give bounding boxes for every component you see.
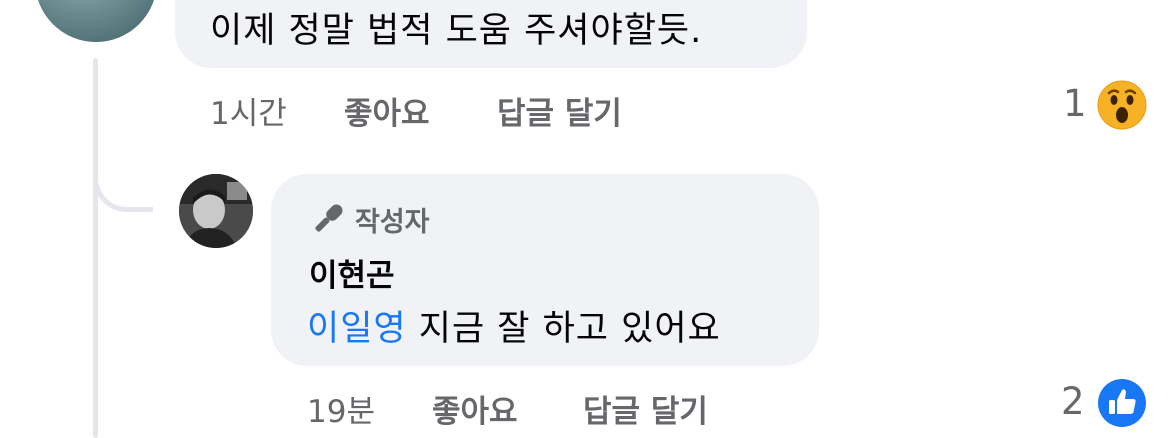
reply-reaction-count[interactable]: 2 [1061, 380, 1085, 423]
author-name[interactable]: 이현곤 [309, 250, 395, 295]
author-avatar[interactable] [179, 174, 253, 248]
comment-timestamp[interactable]: 1시간 [210, 88, 287, 133]
reply-body: 지금 잘 하고 있어요 [418, 309, 721, 349]
reaction-count[interactable]: 1 [1063, 82, 1087, 125]
avatar[interactable] [35, 0, 157, 42]
reply-text: 이일영 지금 잘 하고 있어요 [307, 300, 721, 351]
reply-reply-button[interactable]: 답글 달기 [583, 386, 708, 431]
reply-button[interactable]: 답글 달기 [497, 88, 622, 133]
author-photo [179, 174, 253, 248]
thread-line [93, 58, 98, 438]
badge-label: 작성자 [355, 206, 430, 238]
like-button[interactable]: 좋아요 [344, 88, 430, 133]
microphone-icon [315, 204, 343, 232]
comment-text: 이제 정말 법적 도움 주셔야할듯. [210, 11, 703, 51]
wow-emoji-icon[interactable] [1097, 80, 1147, 130]
author-badge: 작성자 [309, 199, 430, 239]
mention-link[interactable]: 이일영 [307, 309, 407, 349]
reply-like-button[interactable]: 좋아요 [432, 386, 518, 431]
thread-connector [93, 150, 153, 212]
reply-timestamp[interactable]: 19분 [307, 386, 375, 431]
like-thumb-icon[interactable] [1097, 378, 1147, 428]
